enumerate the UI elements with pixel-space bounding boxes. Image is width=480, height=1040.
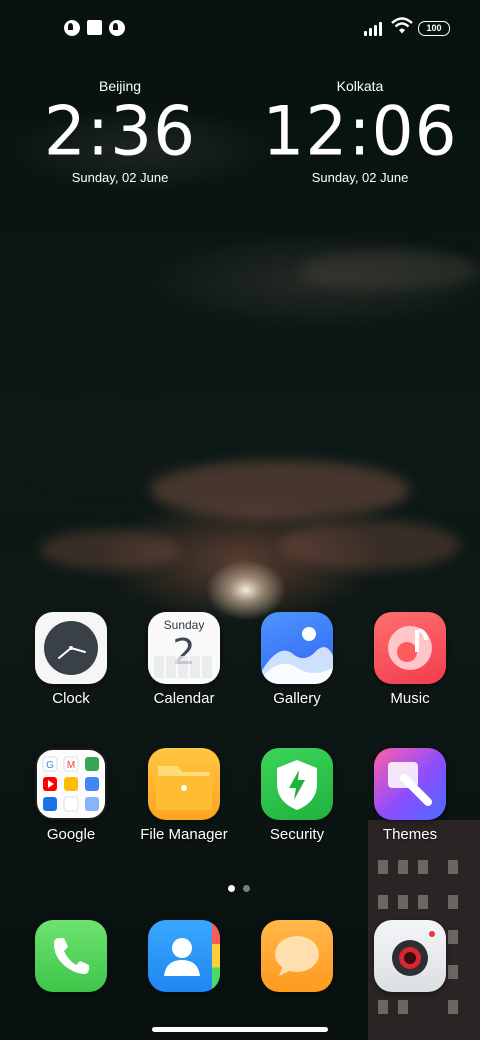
clock-widget-kolkata[interactable]: Kolkata 12:06 Sunday, 02 June <box>260 78 460 185</box>
app-clock[interactable]: Clock <box>16 612 126 707</box>
date-display: Sunday, 02 June <box>71 170 169 185</box>
clock-widget-beijing[interactable]: Beijing 2:36 Sunday, 02 June <box>20 78 220 185</box>
app-gallery[interactable]: Gallery <box>242 612 352 707</box>
svg-text:M: M <box>67 760 75 771</box>
signal-icon <box>364 20 386 36</box>
app-label: Themes <box>382 826 438 843</box>
app-calendar[interactable]: Sunday 2 Calendar <box>129 612 239 707</box>
page-dot[interactable] <box>243 885 250 892</box>
page-indicator[interactable] <box>228 879 258 897</box>
svg-text:G: G <box>46 760 54 771</box>
gallery-icon <box>261 612 333 684</box>
contacts-icon <box>148 920 220 992</box>
app-security[interactable]: Security <box>242 748 352 843</box>
app-label: Clock <box>52 690 90 707</box>
app-file-manager[interactable]: File Manager <box>129 748 239 843</box>
dock-contacts[interactable] <box>129 920 239 992</box>
file-manager-icon <box>148 748 220 820</box>
app-themes[interactable]: Themes <box>355 748 465 843</box>
square-icon <box>87 20 102 35</box>
page-dot-active[interactable] <box>228 885 235 892</box>
app-label: Music <box>390 690 430 707</box>
time-display: 2:36 <box>43 92 197 171</box>
app-label: Security <box>269 826 325 843</box>
folder-icon: G M <box>35 748 107 820</box>
dock-phone[interactable] <box>16 920 126 992</box>
status-bar: 100 <box>0 14 480 42</box>
app-label: File Manager <box>140 826 228 843</box>
clock-icon <box>35 612 107 684</box>
app-google-folder[interactable]: G M Google <box>16 748 126 843</box>
music-icon <box>374 612 446 684</box>
messages-icon <box>261 920 333 992</box>
app-label: Gallery <box>273 690 321 707</box>
camera-icon <box>374 920 446 992</box>
home-gesture-bar[interactable] <box>152 1027 328 1032</box>
notification-icon <box>64 20 80 36</box>
app-label: Calendar <box>153 690 215 707</box>
dock-messages[interactable] <box>242 920 352 992</box>
wifi-icon <box>391 17 413 34</box>
time-display: 12:06 <box>262 92 458 171</box>
calendar-icon: Sunday 2 <box>148 612 220 684</box>
app-label: Google <box>46 826 96 843</box>
phone-icon <box>35 920 107 992</box>
dock-camera[interactable] <box>355 920 465 992</box>
notification-icon <box>109 20 125 36</box>
battery-icon: 100 <box>418 21 450 36</box>
date-display: Sunday, 02 June <box>311 170 409 185</box>
app-music[interactable]: Music <box>355 612 465 707</box>
themes-icon <box>374 748 446 820</box>
calendar-day-name: Sunday <box>163 618 205 632</box>
security-icon <box>261 748 333 820</box>
